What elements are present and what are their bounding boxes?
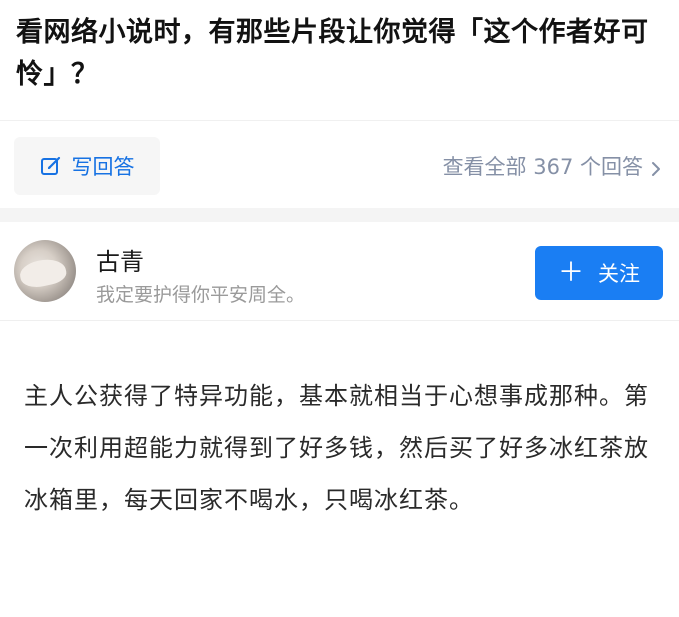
chevron-right-icon	[651, 158, 661, 176]
author-avatar[interactable]	[14, 240, 76, 302]
follow-button[interactable]: ＋ 关注	[535, 246, 663, 300]
write-answer-label: 写回答	[71, 155, 135, 179]
author-name[interactable]: 古青	[96, 242, 144, 277]
author-bio: 我定要护得你平安周全。	[96, 284, 306, 306]
write-answer-button[interactable]: 写回答	[14, 137, 160, 195]
view-all-answers-label: 查看全部 367 个回答	[442, 155, 643, 179]
edit-icon	[40, 155, 62, 177]
plus-icon: ＋	[557, 258, 584, 288]
follow-label: 关注	[598, 262, 640, 286]
view-all-answers-link[interactable]: 查看全部 367 个回答	[443, 151, 661, 181]
section-divider	[0, 208, 679, 222]
answer-text: 主人公获得了特异功能，基本就相当于心想事成那种。第一次利用超能力就得到了好多钱，…	[24, 382, 649, 514]
answer-page: 看网络小说时，有那些片段让你觉得「这个作者好可怜」？ 写回答 查看全部 367 …	[0, 0, 679, 617]
author-row: 古青 我定要护得你平安周全。 ＋ 关注	[0, 222, 679, 321]
question-action-row: 写回答 查看全部 367 个回答	[0, 120, 679, 209]
question-title[interactable]: 看网络小说时，有那些片段让你觉得「这个作者好可怜」？	[16, 12, 666, 96]
